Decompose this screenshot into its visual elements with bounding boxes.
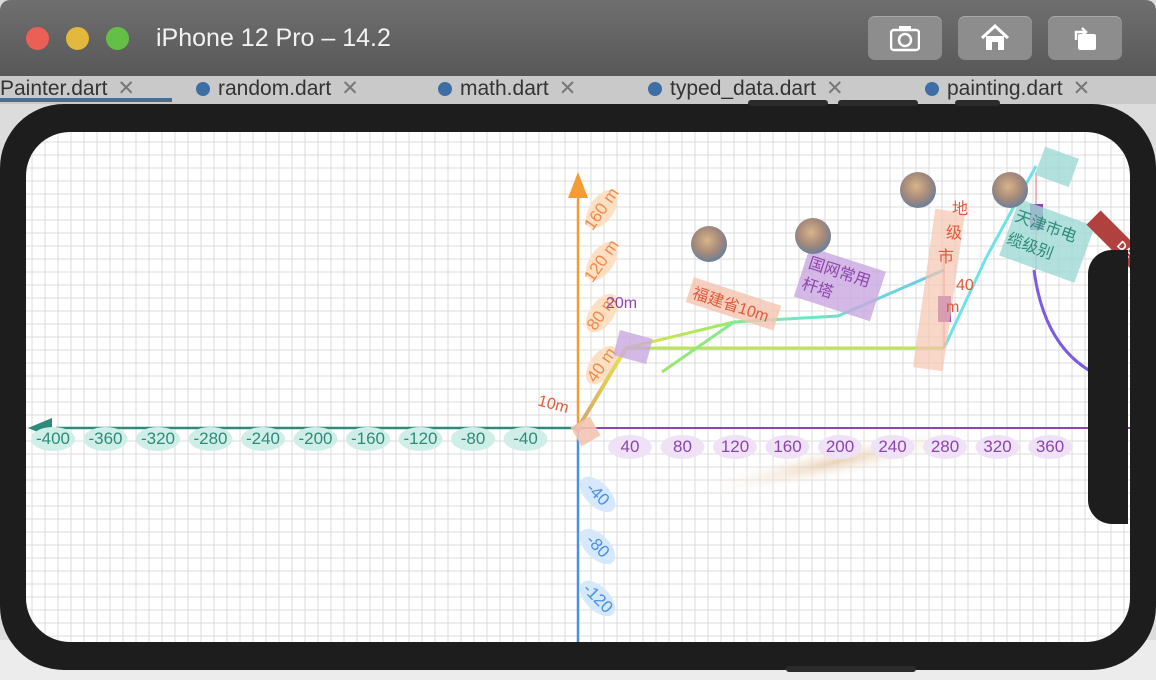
x-tick-label: 240 bbox=[870, 435, 915, 459]
svg-text:-40: -40 bbox=[513, 429, 538, 448]
canvas-drawing[interactable]: -400 -360 -320 -280 -240 -200 -160 -120 -80 -40 4… bbox=[26, 132, 1130, 642]
y-tick-label: -40 bbox=[579, 476, 616, 513]
svg-text:80: 80 bbox=[673, 437, 692, 456]
volume-button bbox=[748, 100, 828, 106]
label-guowang: 国网常用 杆塔 bbox=[793, 247, 886, 322]
phone-notch bbox=[1088, 250, 1128, 524]
home-icon bbox=[980, 24, 1010, 50]
avatar bbox=[691, 226, 727, 262]
svg-text:160: 160 bbox=[773, 437, 801, 456]
phone-screen[interactable]: -400 -360 -320 -280 -240 -200 -160 -120 -80 -40 4… bbox=[26, 132, 1130, 642]
x-tick-label: 280 bbox=[923, 435, 967, 459]
x-tick-label: -400 bbox=[31, 427, 75, 451]
svg-text:40: 40 bbox=[956, 277, 974, 294]
ide-tab[interactable]: math.dart ✕ bbox=[438, 76, 576, 102]
x-tick-label: -280 bbox=[188, 427, 233, 451]
x-tick-label: 80 bbox=[660, 435, 705, 459]
rotate-icon bbox=[1074, 27, 1096, 50]
x-tick-label: -120 bbox=[398, 427, 443, 451]
close-tab-icon[interactable]: ✕ bbox=[341, 77, 359, 100]
avatar bbox=[795, 218, 831, 254]
close-window-button[interactable] bbox=[26, 27, 49, 50]
svg-text:-240: -240 bbox=[246, 429, 280, 448]
svg-text:120: 120 bbox=[721, 437, 749, 456]
y-tick-label: 160 m bbox=[580, 184, 623, 234]
x-tick-label: -240 bbox=[241, 427, 285, 451]
close-tab-icon[interactable]: ✕ bbox=[1073, 77, 1091, 100]
avatar bbox=[992, 172, 1028, 208]
svg-text:120 m: 120 m bbox=[580, 236, 623, 286]
avatar bbox=[900, 172, 936, 208]
x-tick-label: 120 bbox=[713, 435, 757, 459]
svg-text:-400: -400 bbox=[36, 429, 70, 448]
x-tick-label: 320 bbox=[975, 435, 1020, 459]
ide-tab[interactable]: painting.dart ✕ bbox=[925, 76, 1090, 102]
camera-icon bbox=[890, 26, 920, 52]
svg-text:-360: -360 bbox=[88, 429, 122, 448]
close-tab-icon[interactable]: ✕ bbox=[559, 77, 577, 100]
x-tick-label: -320 bbox=[136, 427, 180, 451]
x-axis-positive-labels: 40 80 120 160 200 240 280 320 360 bbox=[608, 435, 1072, 459]
minimize-window-button[interactable] bbox=[66, 27, 89, 50]
svg-text:280: 280 bbox=[931, 437, 959, 456]
home-button[interactable] bbox=[958, 16, 1032, 60]
svg-text:200: 200 bbox=[826, 437, 854, 456]
x-tick-label: 360 bbox=[1028, 435, 1072, 459]
ide-tab[interactable]: random.dart ✕ bbox=[196, 76, 359, 102]
x-tick-label: -160 bbox=[346, 427, 390, 451]
x-tick-label: 160 bbox=[765, 435, 810, 459]
y-tick-label: 120 m bbox=[580, 236, 623, 286]
svg-text:-160: -160 bbox=[351, 429, 385, 448]
rotate-button[interactable] bbox=[1048, 16, 1122, 60]
x-tick-label: -200 bbox=[293, 427, 338, 451]
svg-text:160 m: 160 m bbox=[580, 184, 623, 234]
simulator-title-bar: iPhone 12 Pro – 14.2 bbox=[0, 0, 1156, 76]
x-tick-label: -80 bbox=[451, 427, 495, 451]
dart-file-icon bbox=[648, 82, 662, 97]
x-tick-label: 40 bbox=[608, 435, 652, 459]
svg-text:320: 320 bbox=[983, 437, 1011, 456]
x-tick-label: 200 bbox=[818, 435, 862, 459]
y-tick-label: -120 bbox=[579, 579, 616, 616]
volume-button bbox=[838, 100, 918, 106]
home-indicator bbox=[786, 666, 916, 672]
svg-text:-280: -280 bbox=[193, 429, 227, 448]
close-tab-icon[interactable]: ✕ bbox=[117, 77, 135, 100]
window-title: iPhone 12 Pro – 14.2 bbox=[156, 24, 391, 52]
svg-text:市: 市 bbox=[938, 248, 954, 266]
zoom-window-button[interactable] bbox=[106, 27, 129, 50]
dart-file-icon bbox=[925, 82, 939, 97]
y-axis-arrow bbox=[568, 172, 588, 198]
y-tick-label: -80 bbox=[579, 528, 616, 565]
dart-file-icon bbox=[438, 82, 452, 97]
label-dijishi: 地 级 市 40 m bbox=[913, 200, 974, 372]
svg-text:-200: -200 bbox=[298, 429, 332, 448]
x-axis-negative-labels: -400 -360 -320 -280 -240 -200 -160 -120 -80 -40 bbox=[31, 427, 548, 451]
svg-text:40: 40 bbox=[621, 437, 640, 456]
x-tick-label: -360 bbox=[83, 427, 128, 451]
close-tab-icon[interactable]: ✕ bbox=[826, 77, 844, 100]
svg-text:m: m bbox=[946, 299, 959, 316]
svg-text:级: 级 bbox=[946, 224, 962, 242]
ide-tab[interactable]: typed_data.dart ✕ bbox=[648, 76, 844, 102]
svg-text:360: 360 bbox=[1036, 437, 1064, 456]
svg-text:-120: -120 bbox=[403, 429, 437, 448]
x-tick-label: -40 bbox=[503, 427, 548, 451]
svg-text:地: 地 bbox=[952, 200, 968, 218]
screenshot-button[interactable] bbox=[868, 16, 942, 60]
silent-switch bbox=[955, 100, 1000, 106]
svg-text:20m: 20m bbox=[606, 295, 637, 312]
active-tab-indicator bbox=[0, 98, 172, 102]
dart-file-icon bbox=[196, 82, 210, 97]
svg-text:240: 240 bbox=[878, 437, 906, 456]
svg-text:-80: -80 bbox=[461, 429, 486, 448]
svg-text:-320: -320 bbox=[141, 429, 175, 448]
